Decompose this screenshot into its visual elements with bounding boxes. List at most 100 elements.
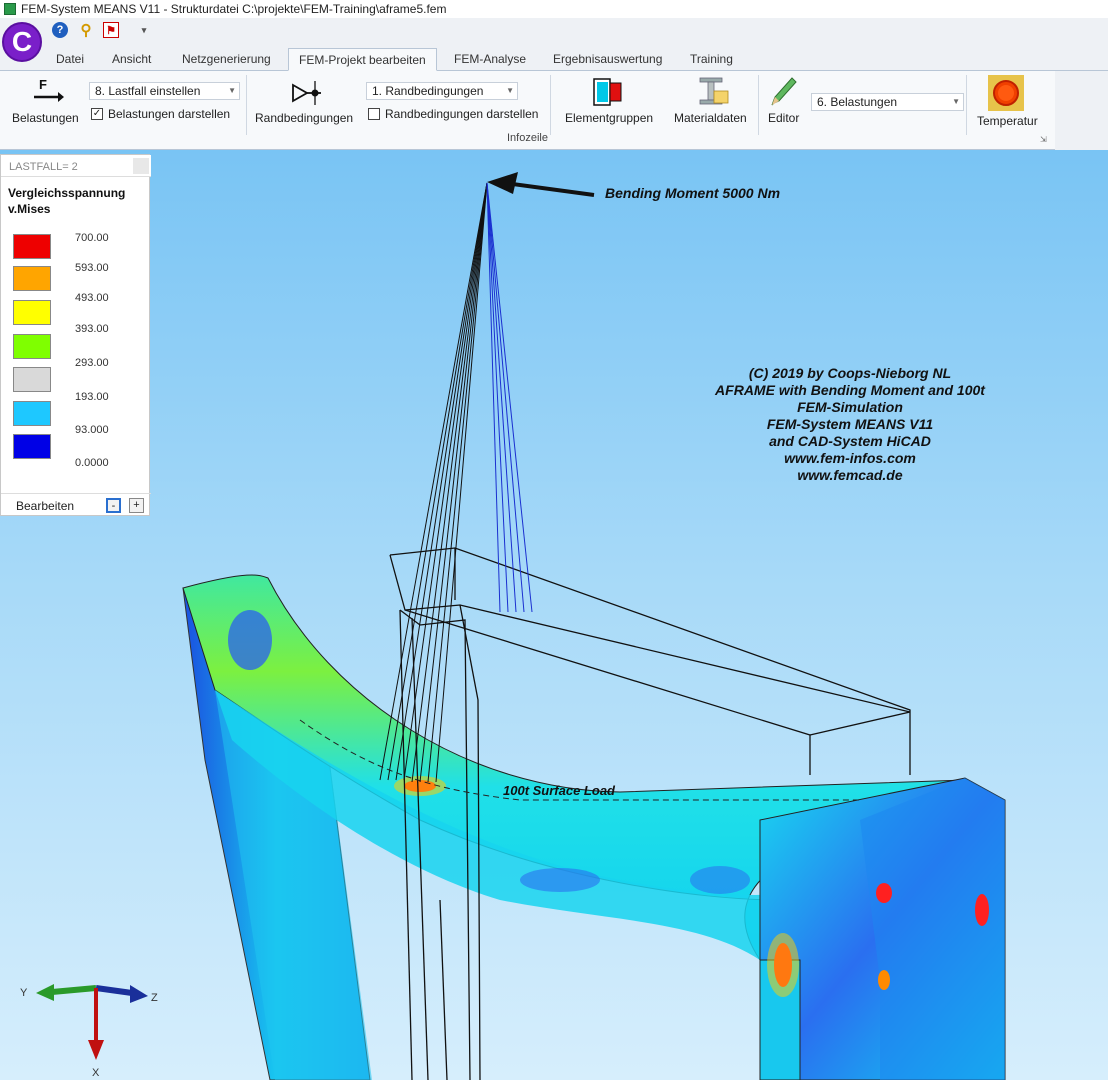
belastungen-select-value: 6. Belastungen <box>817 95 898 109</box>
tab-netzgenerierung[interactable]: Netzgenerierung <box>172 48 281 71</box>
lastfall-indicator: LASTFALL= 2 <box>9 161 78 173</box>
editor-button[interactable] <box>766 75 802 114</box>
legend-swatch-293 <box>13 367 51 392</box>
surface-load-annotation: 100t Surface Load <box>503 783 615 798</box>
material-ibeam-icon <box>699 77 729 105</box>
moment-annotation: Bending Moment 5000 Nm <box>605 185 781 201</box>
help-icon[interactable]: ? <box>52 22 68 38</box>
temperature-sun-icon <box>988 75 1024 111</box>
ribbon-separator <box>550 75 551 135</box>
logo-letter: C <box>11 26 33 57</box>
fem-model-render <box>36 172 1006 1080</box>
materialdaten-button[interactable] <box>690 75 734 114</box>
moment-arrow-shaft <box>504 181 595 197</box>
materialdaten-label: Materialdaten <box>674 111 747 125</box>
window-title: FEM-System MEANS V11 - Strukturdatei C:\… <box>21 2 447 16</box>
chevron-down-icon: ▼ <box>228 86 236 95</box>
app-logo-icon[interactable]: C <box>2 22 42 62</box>
chevron-down-icon: ▼ <box>952 97 960 106</box>
ribbon-separator <box>758 75 759 135</box>
copyright-line: (C) 2019 by Coops-Nieborg NL <box>748 365 952 381</box>
hotspot <box>876 883 892 903</box>
quick-access-toolbar <box>0 18 1108 44</box>
belastungen-darstellen-checkbox[interactable]: ✓ Belastungen darstellen <box>91 107 230 121</box>
belastungen-button[interactable]: F <box>10 77 82 114</box>
force-arrow-icon: F <box>34 77 64 102</box>
stress-legend-panel: LASTFALL= 2 Vergleichsspannung v.Mises 7… <box>0 154 151 517</box>
key-icon[interactable]: ⚲ <box>78 22 94 39</box>
copyright-line: and CAD-System HiCAD <box>769 433 931 449</box>
legend-value: 193.00 <box>75 391 109 403</box>
lastfall-select[interactable]: 8. Lastfall einstellen ▼ <box>89 82 240 100</box>
ribbon-panel: F Belastungen 8. Lastfall einstellen ▼ ✓… <box>0 71 1055 150</box>
legend-close-button[interactable] <box>133 158 149 174</box>
legend-value: 593.00 <box>75 262 109 274</box>
copyright-line: www.fem-infos.com <box>784 450 916 466</box>
title-bar: FEM-System MEANS V11 - Strukturdatei C:\… <box>0 0 1108 18</box>
elementgruppen-button[interactable] <box>578 77 638 114</box>
ribbon-separator <box>246 75 247 135</box>
ribbon-right-area <box>1055 71 1108 150</box>
tab-training[interactable]: Training <box>680 48 743 71</box>
force-icon-letter: F <box>39 77 47 92</box>
support-icon <box>292 81 321 105</box>
belastungen-select[interactable]: 6. Belastungen ▼ <box>811 93 964 111</box>
legend-value: 493.00 <box>75 292 109 304</box>
legend-header: LASTFALL= 2 <box>1 155 151 177</box>
moment-arrow-head <box>487 172 518 194</box>
tab-ergebnisauswertung[interactable]: Ergebnisauswertung <box>543 48 672 71</box>
legend-increase-button[interactable]: + <box>129 498 144 513</box>
flag-icon[interactable]: ⚑ <box>103 22 119 38</box>
elementgruppen-label: Elementgruppen <box>565 111 654 125</box>
infozeile-group-label: Infozeile <box>507 132 548 144</box>
legend-swatch-493 <box>13 300 51 325</box>
randbedingungen-select[interactable]: 1. Randbedingungen ▼ <box>366 82 518 100</box>
axis-z-label: Z <box>151 992 158 1004</box>
right-column-side <box>860 778 1005 1080</box>
legend-swatch-700 <box>13 234 51 259</box>
ribbon-tabs: Datei Ansicht Netzgenerierung FEM-Projek… <box>0 44 1108 71</box>
customize-toolbar-icon[interactable]: ▾ <box>136 22 152 38</box>
randbedingungen-darstellen-checkbox[interactable]: Randbedingungen darstellen <box>368 107 538 121</box>
belastungen-darstellen-label: Belastungen darstellen <box>108 107 231 121</box>
legend-decrease-button[interactable]: - <box>106 498 121 513</box>
fem-viewport[interactable]: Bending Moment 5000 Nm 100t Surface Load… <box>0 150 1108 1080</box>
dialog-launcher-icon[interactable]: ⇲ <box>1040 135 1047 144</box>
legend-title: Vergleichsspannung v.Mises <box>8 185 125 217</box>
app-window-icon <box>4 3 16 15</box>
bearbeiten-label: Bearbeiten <box>16 499 75 513</box>
copyright-line: FEM-System MEANS V11 <box>766 416 934 432</box>
legend-swatch-93 <box>13 434 51 459</box>
copyright-notice: (C) 2019 by Coops-Nieborg NL AFRAME with… <box>690 365 1010 484</box>
legend-title-line: Vergleichsspannung <box>8 186 126 200</box>
legend-value: 0.0000 <box>75 457 109 469</box>
tab-fem-projekt-bearbeiten[interactable]: FEM-Projekt bearbeiten <box>288 48 437 71</box>
randbedingungen-button[interactable] <box>280 77 330 114</box>
lastfall-select-value: 8. Lastfall einstellen <box>95 84 201 98</box>
stress-spot <box>520 868 600 892</box>
copyright-line: FEM-Simulation <box>797 399 903 415</box>
temperatur-button[interactable] <box>986 75 1026 118</box>
stress-spot <box>228 610 272 670</box>
copyright-line: AFRAME with Bending Moment and 100t <box>715 382 985 398</box>
randbedingungen-darstellen-label: Randbedingungen darstellen <box>385 107 539 121</box>
temperatur-label: Temperatur <box>977 114 1038 128</box>
pencil-icon <box>771 77 797 106</box>
hotspot-halo <box>767 933 799 997</box>
ribbon-separator <box>966 75 967 135</box>
tab-ansicht[interactable]: Ansicht <box>102 48 161 71</box>
tab-datei[interactable]: Datei <box>46 48 94 71</box>
legend-value: 393.00 <box>75 323 109 335</box>
randbedingungen-label: Randbedingungen <box>255 111 354 125</box>
belastungen-label: Belastungen <box>12 111 79 125</box>
chevron-down-icon: ▼ <box>506 86 514 95</box>
load-lines <box>379 182 533 783</box>
tab-fem-analyse[interactable]: FEM-Analyse <box>444 48 536 71</box>
legend-value: 293.00 <box>75 357 109 369</box>
legend-footer: Bearbeiten - + <box>1 493 151 517</box>
legend-title-line: v.Mises <box>8 202 51 216</box>
legend-value: 700.00 <box>75 232 109 244</box>
hotspot <box>975 894 989 926</box>
stress-spot <box>690 866 750 894</box>
randbedingungen-select-value: 1. Randbedingungen <box>372 84 484 98</box>
